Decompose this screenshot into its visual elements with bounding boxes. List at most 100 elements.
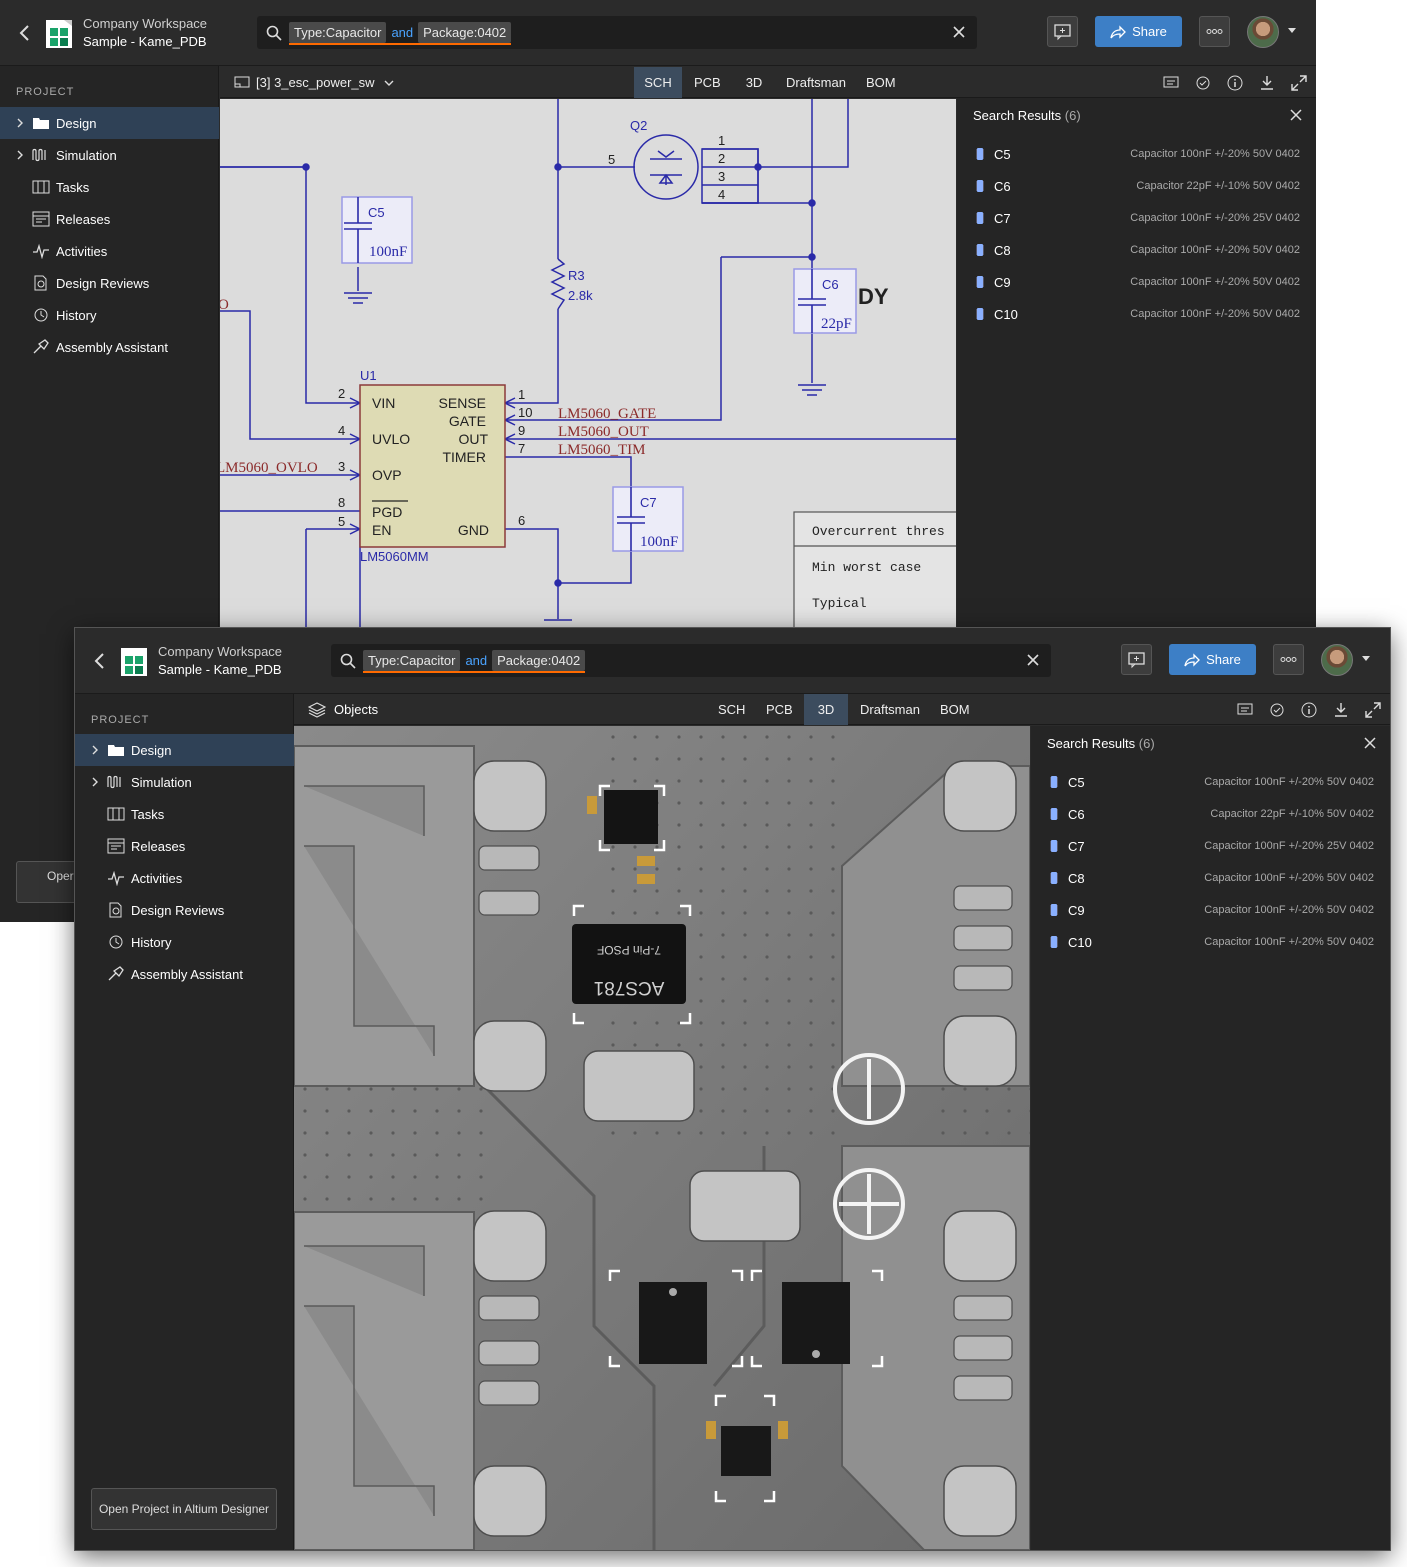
sidebar-item-design[interactable]: Design [75, 734, 294, 766]
result-row-c8[interactable]: C8 Capacitor 100nF +/-20% 50V 0402 [957, 235, 1316, 267]
sidebar-item-design-reviews[interactable]: Design Reviews [75, 894, 294, 926]
result-description: Capacitor 100nF +/-20% 50V 0402 [1130, 276, 1300, 288]
fullscreen-icon[interactable] [1291, 75, 1307, 91]
sidebar-item-tasks[interactable]: Tasks [0, 171, 219, 203]
result-row-c7[interactable]: C7 Capacitor 100nF +/-20% 25V 0402 [957, 203, 1316, 235]
result-designator: C9 [1068, 903, 1085, 918]
chevron-right-icon [17, 150, 23, 160]
share-button[interactable]: Share [1095, 16, 1182, 47]
sidebar-label-history: History [56, 308, 97, 323]
sidebar-item-history[interactable]: History [0, 299, 219, 331]
result-designator: C8 [994, 243, 1011, 258]
result-row-c10[interactable]: C10 Capacitor 100nF +/-20% 50V 0402 [1031, 927, 1390, 959]
comments-icon[interactable] [1237, 702, 1253, 718]
document-selector[interactable]: [3] 3_esc_power_sw [234, 67, 394, 98]
search-bar[interactable]: Type:Capacitor and Package:0402 [257, 16, 977, 49]
clear-search-icon[interactable] [1025, 652, 1041, 668]
result-row-c8[interactable]: C8 Capacitor 100nF +/-20% 50V 0402 [1031, 863, 1390, 895]
info-icon[interactable] [1227, 75, 1243, 91]
tab-3d[interactable]: 3D [804, 694, 848, 725]
search-chip-package[interactable]: Package:0402 [418, 21, 512, 43]
tab-pcb[interactable]: PCB [756, 694, 802, 725]
user-menu-chevron-icon[interactable] [1288, 28, 1296, 33]
tab-bom[interactable]: BOM [930, 694, 974, 725]
sidebar-item-assembly-assistant[interactable]: Assembly Assistant [0, 331, 219, 363]
clear-search-icon[interactable] [951, 24, 967, 40]
u1-pin-sense: SENSE [439, 395, 486, 411]
assembly-assistant-icon [108, 966, 124, 981]
tab-sch[interactable]: SCH [634, 67, 682, 98]
sidebar-item-activities[interactable]: Activities [75, 862, 294, 894]
3d-canvas[interactable]: 7-Pin PSOF ACS781 [294, 726, 1030, 1550]
result-description: Capacitor 100nF +/-20% 50V 0402 [1204, 872, 1374, 884]
review-check-icon[interactable] [1269, 702, 1285, 718]
search-chip-type[interactable]: Type:Capacitor [363, 649, 461, 671]
result-row-c7[interactable]: C7 Capacitor 100nF +/-20% 25V 0402 [1031, 831, 1390, 863]
objects-toggle[interactable]: Objects [308, 694, 378, 725]
tab-draftsman[interactable]: Draftsman [776, 67, 856, 98]
tab-3d[interactable]: 3D [734, 67, 774, 98]
sidebar-label-history: History [131, 935, 172, 950]
component-chip-icon [977, 308, 983, 320]
document-icon [234, 76, 250, 88]
sidebar-item-tasks[interactable]: Tasks [75, 798, 294, 830]
result-row-c5[interactable]: C5 Capacitor 100nF +/-20% 50V 0402 [1031, 767, 1390, 799]
net-label-gate: LM5060_GATE [558, 406, 656, 422]
sidebar-item-design[interactable]: Design [0, 107, 219, 139]
comment-button[interactable] [1121, 644, 1152, 675]
layers-icon [308, 701, 326, 718]
sidebar-label-simulation: Simulation [56, 148, 117, 163]
result-designator: C7 [1068, 839, 1085, 854]
result-row-c10[interactable]: C10 Capacitor 100nF +/-20% 50V 0402 [957, 299, 1316, 331]
result-row-c9[interactable]: C9 Capacitor 100nF +/-20% 50V 0402 [957, 267, 1316, 299]
tab-bom[interactable]: BOM [856, 67, 900, 98]
search-chip-type[interactable]: Type:Capacitor [289, 21, 387, 43]
view-tab-bar: [3] 3_esc_power_sw SCH PCB 3D Draftsman … [220, 67, 1316, 98]
close-results-icon[interactable] [1364, 737, 1376, 749]
user-menu-chevron-icon[interactable] [1362, 656, 1370, 661]
more-button[interactable] [1199, 16, 1230, 47]
close-results-icon[interactable] [1290, 109, 1302, 121]
fullscreen-icon[interactable] [1365, 702, 1381, 718]
project-heading: PROJECT [91, 714, 150, 726]
tasks-board-icon [32, 180, 50, 194]
sidebar-item-design-reviews[interactable]: Design Reviews [0, 267, 219, 299]
result-row-c6[interactable]: C6 Capacitor 22pF +/-10% 50V 0402 [957, 171, 1316, 203]
net-label-partial: O [220, 297, 229, 313]
tab-sch[interactable]: SCH [708, 694, 754, 725]
download-icon[interactable] [1333, 702, 1349, 718]
comments-icon[interactable] [1163, 75, 1179, 91]
review-check-icon[interactable] [1195, 75, 1211, 91]
design-review-icon [34, 275, 47, 291]
back-icon[interactable] [18, 24, 32, 42]
user-avatar[interactable] [1321, 644, 1353, 676]
back-icon[interactable] [93, 652, 107, 670]
more-button[interactable] [1273, 644, 1304, 675]
result-row-c5[interactable]: C5 Capacitor 100nF +/-20% 50V 0402 [957, 139, 1316, 171]
tab-pcb[interactable]: PCB [684, 67, 728, 98]
tab-draftsman[interactable]: Draftsman [850, 694, 930, 725]
comment-button[interactable] [1047, 16, 1078, 47]
more-icon [1280, 657, 1297, 662]
sidebar-item-assembly-assistant[interactable]: Assembly Assistant [75, 958, 294, 990]
sidebar-item-activities[interactable]: Activities [0, 235, 219, 267]
search-bar[interactable]: Type:Capacitor and Package:0402 [331, 644, 1051, 677]
schematic-canvas[interactable]: VIN UVLO OVP PGD EN SENSE GATE OUT TIMER… [220, 99, 956, 627]
result-row-c6[interactable]: C6 Capacitor 22pF +/-10% 50V 0402 [1031, 799, 1390, 831]
folder-icon [108, 745, 124, 756]
sidebar-item-history[interactable]: History [75, 926, 294, 958]
sidebar-item-releases[interactable]: Releases [75, 830, 294, 862]
search-chip-package[interactable]: Package:0402 [492, 649, 586, 671]
result-row-c9[interactable]: C9 Capacitor 100nF +/-20% 50V 0402 [1031, 895, 1390, 927]
sidebar-label-design: Design [56, 116, 97, 131]
user-avatar[interactable] [1247, 16, 1279, 48]
q2-pin-num: 2 [718, 151, 725, 166]
open-in-altium-button[interactable]: Open Project in Altium Designer [91, 1488, 277, 1530]
info-icon[interactable] [1301, 702, 1317, 718]
sidebar-item-simulation[interactable]: Simulation [75, 766, 294, 798]
download-icon[interactable] [1259, 75, 1275, 91]
sidebar-item-releases[interactable]: Releases [0, 203, 219, 235]
share-button[interactable]: Share [1169, 644, 1256, 675]
u1-part: LM5060MM [360, 549, 429, 564]
sidebar-item-simulation[interactable]: Simulation [0, 139, 219, 171]
